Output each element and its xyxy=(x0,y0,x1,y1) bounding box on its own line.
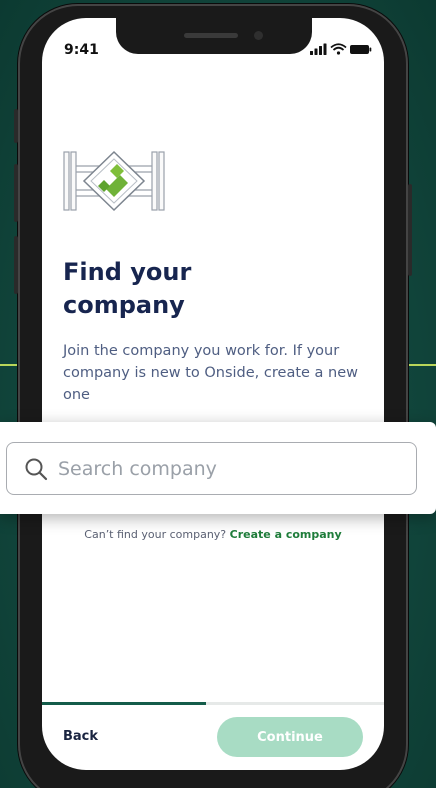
page-description: Join the company you work for. If your c… xyxy=(63,343,359,403)
search-input[interactable] xyxy=(58,457,416,480)
back-button[interactable]: Back xyxy=(63,729,98,744)
volume-down-button xyxy=(14,236,18,294)
status-icons xyxy=(310,43,372,55)
page-title: Find your company xyxy=(63,256,353,322)
battery-icon xyxy=(350,45,372,54)
notch xyxy=(116,18,312,54)
search-icon xyxy=(25,458,48,480)
mute-switch xyxy=(14,109,18,143)
progress-bar-fill xyxy=(42,702,207,705)
progress-bar xyxy=(42,702,384,705)
continue-button[interactable]: Continue xyxy=(217,717,363,757)
volume-up-button xyxy=(14,164,18,222)
page-title-line-1: Find your xyxy=(63,258,192,286)
signal-icon xyxy=(310,43,327,55)
page-title-line-2: company xyxy=(63,291,185,319)
status-time: 9:41 xyxy=(64,42,99,58)
cant-find-text: Can’t find your company? xyxy=(84,528,227,541)
accent-line-right xyxy=(404,364,436,366)
power-button xyxy=(408,184,412,276)
create-company-link[interactable]: Create a company xyxy=(230,528,342,541)
search-box[interactable] xyxy=(6,442,417,495)
front-camera xyxy=(254,31,263,40)
search-card xyxy=(0,422,436,514)
cant-find-hint: Can’t find your company? Create a compan… xyxy=(42,528,384,541)
speaker xyxy=(184,33,238,38)
onside-gate-logo-icon xyxy=(63,150,165,212)
wifi-icon xyxy=(330,43,347,55)
